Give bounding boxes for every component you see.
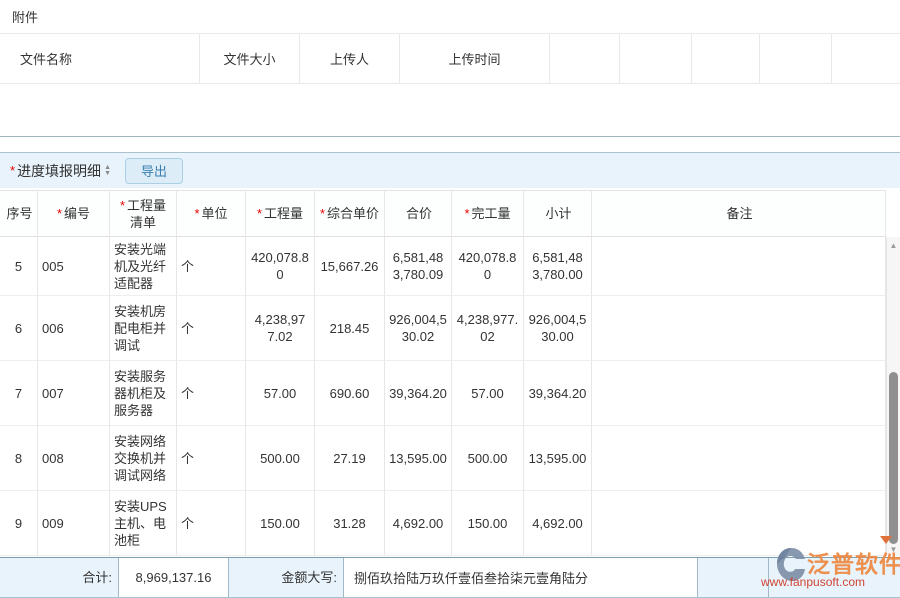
attachments-column-empty (760, 34, 832, 83)
attachments-empty-body (0, 84, 900, 137)
cell-completed: 500.00 (452, 426, 524, 491)
sort-down-icon: ▼ (104, 171, 111, 177)
cell-completed: 150.00 (452, 491, 524, 556)
cell-unit-price: 690.60 (315, 361, 385, 426)
cell-completed: 420,078.80 (452, 237, 524, 296)
cell-remarks (592, 296, 886, 361)
cell-quantity: 4,238,977.02 (246, 296, 315, 361)
attachments-column-empty (832, 34, 900, 83)
cell-boq: 安装网络交换机并调试网络 (110, 426, 177, 491)
table-body: 5 005 安装光端机及光纤适配器 个 420,078.80 15,667.26… (0, 237, 900, 556)
brand-name: 泛普软件 (807, 545, 900, 579)
scroll-up-icon[interactable]: ▲ (887, 239, 900, 251)
table-row[interactable]: 6 006 安装机房配电柜并调试 个 4,238,977.02 218.45 9… (0, 296, 900, 361)
cell-seq: 7 (0, 361, 38, 426)
cell-seq: 5 (0, 237, 38, 296)
cell-remarks (592, 361, 886, 426)
sort-spinner-icon[interactable]: ▲ ▼ (104, 165, 111, 177)
cell-unit: 个 (177, 237, 246, 296)
cell-seq: 6 (0, 296, 38, 361)
cell-boq: 安装UPS主机、电池柜 (110, 491, 177, 556)
attachments-column-empty (550, 34, 620, 83)
watermark-triangle-icon (880, 536, 892, 544)
cell-seq: 8 (0, 426, 38, 491)
column-header-completed: *完工量 (452, 190, 524, 237)
cell-remarks (592, 237, 886, 296)
attachments-column-empty (620, 34, 692, 83)
cell-unit: 个 (177, 296, 246, 361)
brand-url: www.fanpusoft.com (761, 575, 865, 589)
table-row[interactable]: 7 007 安装服务器机柜及服务器 个 57.00 690.60 39,364.… (0, 361, 900, 426)
cell-subtotal: 926,004,530.00 (524, 296, 592, 361)
cell-quantity: 150.00 (246, 491, 315, 556)
cell-unit: 个 (177, 361, 246, 426)
cell-unit: 个 (177, 491, 246, 556)
cell-total-price: 39,364.20 (385, 361, 452, 426)
table-row[interactable]: 8 008 安装网络交换机并调试网络 个 500.00 27.19 13,595… (0, 426, 900, 491)
cell-boq: 安装服务器机柜及服务器 (110, 361, 177, 426)
cell-completed: 57.00 (452, 361, 524, 426)
cell-subtotal: 39,364.20 (524, 361, 592, 426)
cell-code: 006 (38, 296, 110, 361)
attachments-column-file-size: 文件大小 (200, 34, 300, 83)
cell-completed: 4,238,977.02 (452, 296, 524, 361)
vertical-scrollbar[interactable]: ▲ ▼ (886, 237, 900, 556)
cell-total-price: 4,692.00 (385, 491, 452, 556)
cell-remarks (592, 426, 886, 491)
progress-section-bar: * 进度填报明细 ▲ ▼ 导出 (0, 152, 900, 188)
table-header-row: 序号 *编号 *工程量清单 *单位 *工程量 *综合单价 合价 *完工量 小计 … (0, 190, 900, 237)
cell-subtotal: 6,581,483,780.00 (524, 237, 592, 296)
column-header-quantity: *工程量 (246, 190, 315, 237)
cell-total-price: 6,581,483,780.09 (385, 237, 452, 296)
cell-boq: 安装光端机及光纤适配器 (110, 237, 177, 296)
cell-boq: 安装机房配电柜并调试 (110, 296, 177, 361)
column-header-remarks: 备注 (592, 190, 886, 237)
cell-unit-price: 27.19 (315, 426, 385, 491)
column-header-seq: 序号 (0, 190, 38, 237)
cell-unit-price: 15,667.26 (315, 237, 385, 296)
cell-seq: 9 (0, 491, 38, 556)
cell-total-price: 13,595.00 (385, 426, 452, 491)
attachments-column-empty (692, 34, 760, 83)
total-value[interactable]: 8,969,137.16 (118, 558, 229, 597)
scrollbar-thumb[interactable] (889, 372, 898, 544)
column-header-code: *编号 (38, 190, 110, 237)
column-header-unit: *单位 (177, 190, 246, 237)
attachments-column-file-name: 文件名称 (0, 34, 200, 83)
column-header-subtotal: 小计 (524, 190, 592, 237)
cell-code: 008 (38, 426, 110, 491)
attachments-column-upload-time: 上传时间 (400, 34, 550, 83)
cell-unit-price: 218.45 (315, 296, 385, 361)
cell-total-price: 926,004,530.02 (385, 296, 452, 361)
brand-watermark: 泛普软件 www.fanpusoft.com (748, 545, 900, 597)
cell-subtotal: 13,595.00 (524, 426, 592, 491)
cell-code: 009 (38, 491, 110, 556)
amount-words-value[interactable]: 捌佰玖拾陆万玖仟壹佰叁拾柒元壹角陆分 (343, 558, 698, 597)
table-row[interactable]: 5 005 安装光端机及光纤适配器 个 420,078.80 15,667.26… (0, 237, 900, 296)
column-header-unit-price: *综合单价 (315, 190, 385, 237)
cell-unit: 个 (177, 426, 246, 491)
required-asterisk: * (10, 163, 15, 178)
column-header-total-price: 合价 (385, 190, 452, 237)
cell-quantity: 420,078.80 (246, 237, 315, 296)
attachments-title: 附件 (0, 0, 900, 33)
attachments-header-row: 文件名称 文件大小 上传人 上传时间 (0, 33, 900, 84)
cell-quantity: 500.00 (246, 426, 315, 491)
cell-quantity: 57.00 (246, 361, 315, 426)
column-header-boq: *工程量清单 (110, 190, 177, 237)
cell-code: 007 (38, 361, 110, 426)
progress-table: 序号 *编号 *工程量清单 *单位 *工程量 *综合单价 合价 *完工量 小计 … (0, 190, 900, 556)
progress-section-title: 进度填报明细 (17, 161, 101, 181)
export-button[interactable]: 导出 (125, 158, 183, 184)
total-label: 合计: (0, 558, 112, 597)
amount-words-label: 金额大写: (237, 558, 337, 597)
cell-code: 005 (38, 237, 110, 296)
attachments-column-uploader: 上传人 (300, 34, 400, 83)
cell-subtotal: 4,692.00 (524, 491, 592, 556)
cell-unit-price: 31.28 (315, 491, 385, 556)
